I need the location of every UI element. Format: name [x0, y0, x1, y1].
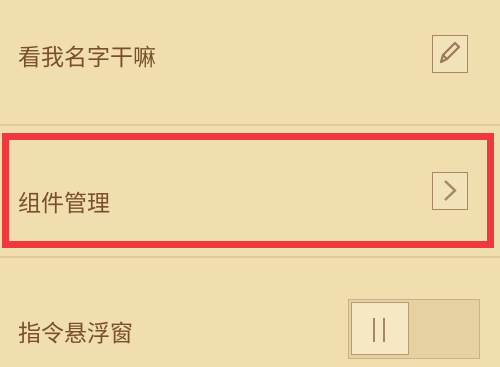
edit-name-button[interactable]: [432, 35, 468, 73]
floating-window-toggle[interactable]: [348, 299, 480, 359]
rename-label: 看我名字干嘛: [18, 45, 156, 71]
grip-line: [383, 318, 385, 342]
command-floating-window-label: 指令悬浮窗: [18, 321, 133, 347]
rename-row[interactable]: 看我名字干嘛: [0, 0, 500, 124]
toggle-knob[interactable]: [351, 302, 409, 355]
highlight-frame: [2, 133, 494, 248]
settings-panel: 看我名字干嘛 组件管理 指令悬浮窗: [0, 0, 500, 367]
grip-line: [373, 318, 375, 342]
pencil-icon: [433, 36, 467, 71]
